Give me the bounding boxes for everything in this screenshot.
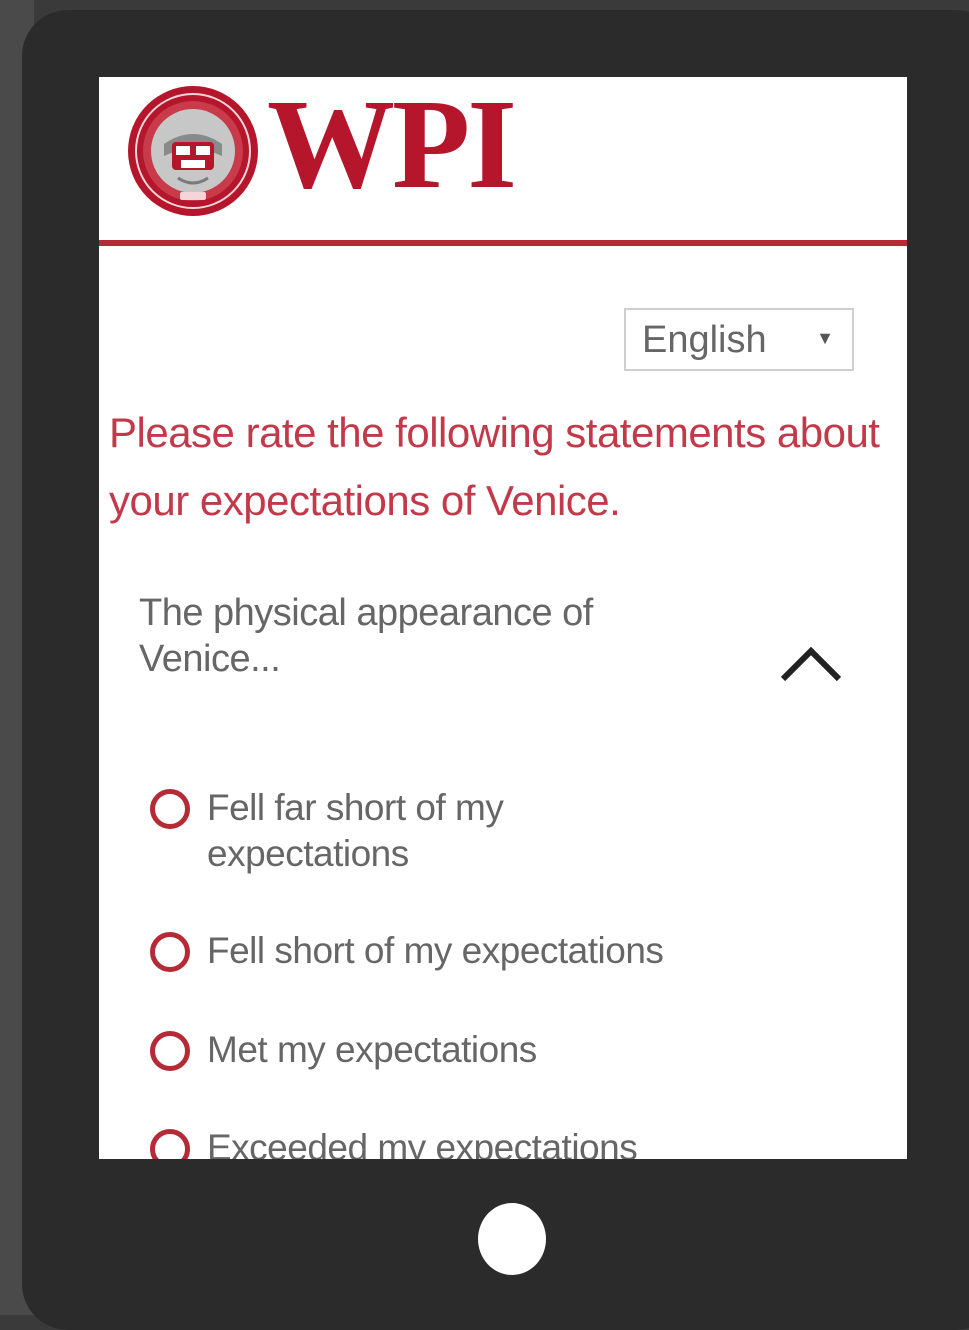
radio-button[interactable] bbox=[150, 1031, 190, 1071]
wpi-wordmark[interactable]: WPI bbox=[267, 79, 517, 209]
language-select-value: English bbox=[642, 319, 767, 361]
survey-prompt: Please rate the following statements abo… bbox=[109, 409, 880, 524]
option-label: Fell short of my expectations bbox=[207, 930, 664, 971]
header-divider bbox=[99, 240, 907, 246]
language-select[interactable]: English ▼ bbox=[624, 308, 854, 371]
home-button-icon[interactable] bbox=[478, 1203, 546, 1275]
tablet-screen: WPI English ▼ Please rate the following … bbox=[99, 77, 907, 1159]
site-header: WPI bbox=[99, 77, 907, 240]
option-label: Met my expectations bbox=[207, 1029, 537, 1070]
wpi-seal-logo-icon bbox=[126, 84, 260, 223]
radio-button[interactable] bbox=[150, 1129, 190, 1159]
option-label: Exceeded my expectations bbox=[207, 1127, 638, 1159]
radio-button[interactable] bbox=[150, 789, 190, 829]
option-label: Fell far short of my expectations bbox=[207, 787, 504, 874]
dropdown-caret-icon: ▼ bbox=[816, 328, 834, 348]
radio-button[interactable] bbox=[150, 932, 190, 972]
chevron-up-icon[interactable] bbox=[779, 643, 843, 688]
question-text: The physical appearance of Venice... bbox=[139, 592, 593, 680]
